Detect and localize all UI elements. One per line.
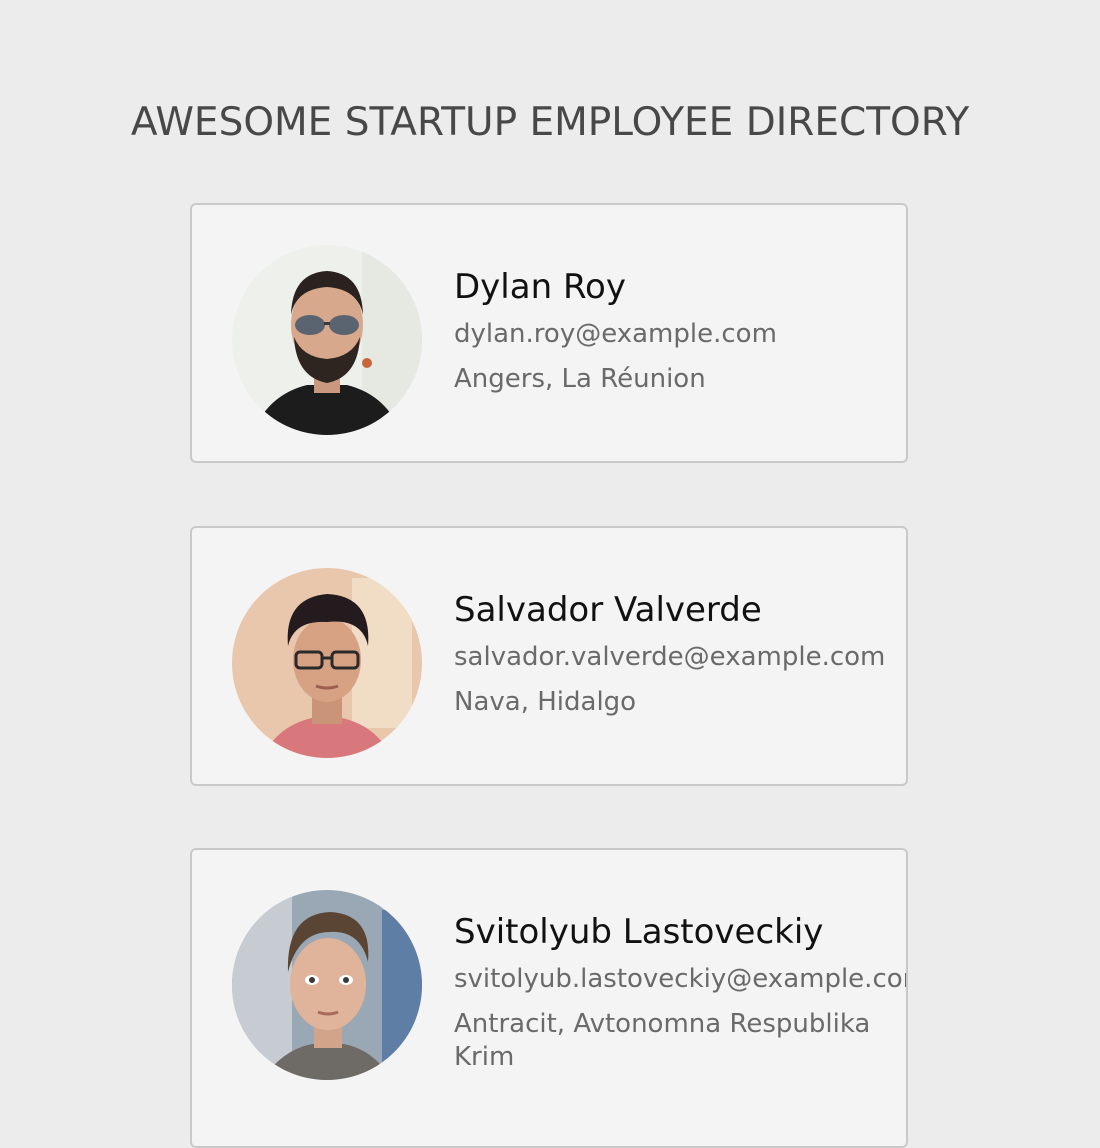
employee-location: Antracit, Avtonomna Respublika Krim <box>454 1009 871 1072</box>
employee-card[interactable]: Dylan Roy dylan.roy@example.com Angers, … <box>190 203 908 463</box>
employee-email: salvador.valverde@example.com <box>454 642 886 672</box>
employee-name: Dylan Roy <box>454 267 626 307</box>
employee-location: Nava, Hidalgo <box>454 687 637 717</box>
employee-name: Salvador Valverde <box>454 590 762 630</box>
employee-card[interactable]: Svitolyub Lastoveckiy svitolyub.lastovec… <box>190 848 908 1148</box>
employee-email: svitolyub.lastoveckiy@example.com <box>454 964 908 994</box>
avatar <box>232 890 422 1080</box>
avatar <box>232 245 422 435</box>
avatar <box>232 568 422 758</box>
employee-name: Svitolyub Lastoveckiy <box>454 912 824 952</box>
employee-card[interactable]: Salvador Valverde salvador.valverde@exam… <box>190 526 908 786</box>
employee-location: Angers, La Réunion <box>454 364 706 394</box>
employee-email: dylan.roy@example.com <box>454 319 777 349</box>
page-title: AWESOME STARTUP EMPLOYEE DIRECTORY <box>130 100 970 145</box>
